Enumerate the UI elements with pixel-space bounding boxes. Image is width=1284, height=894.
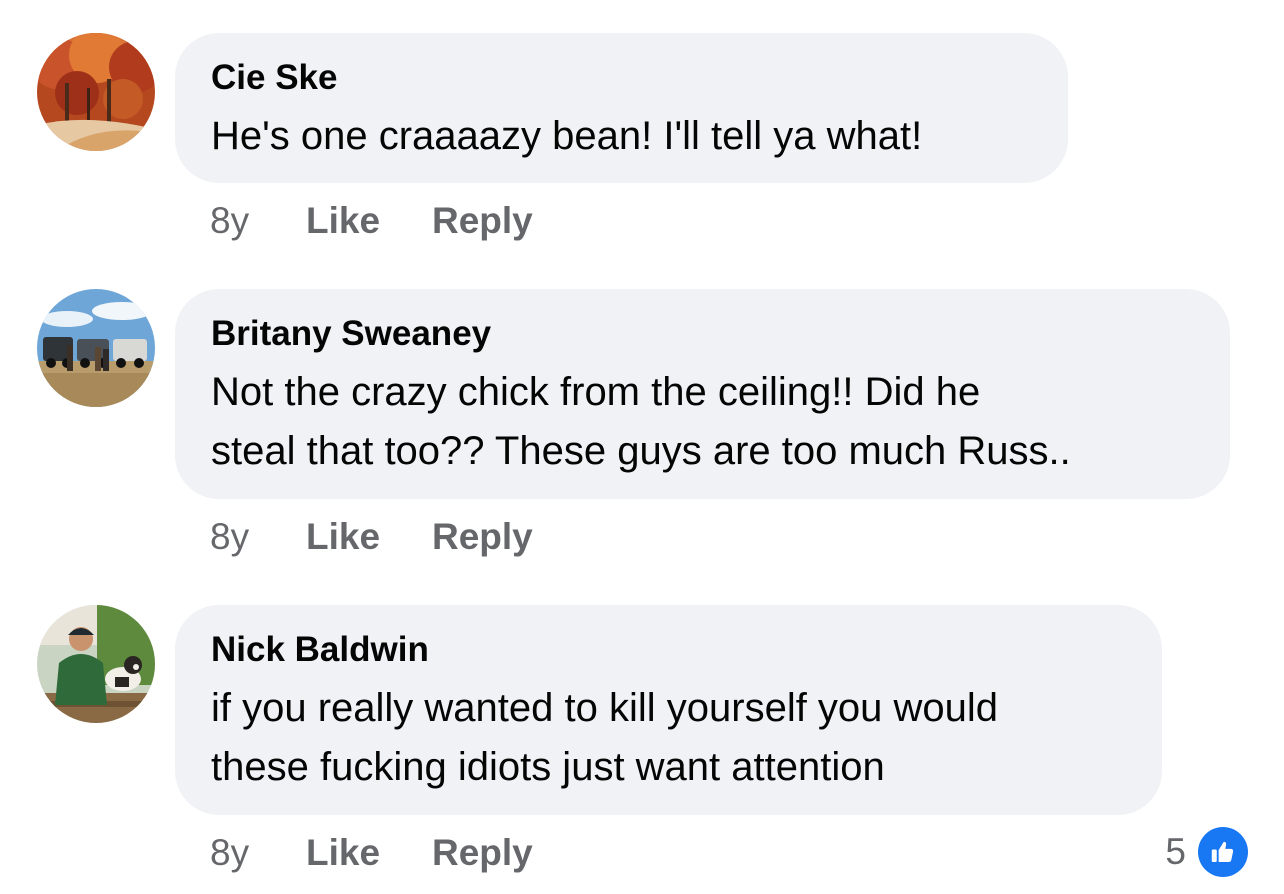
- comment-author[interactable]: Cie Ske: [211, 57, 1032, 99]
- comment-author[interactable]: Britany Sweaney: [211, 313, 1194, 355]
- like-button[interactable]: Like: [306, 197, 432, 245]
- comment-text: He's one craaaazy bean! I'll tell ya wha…: [211, 107, 1032, 166]
- comment-text-line: these fucking idiots just want attention: [211, 745, 885, 789]
- comment-text-line: if you really wanted to kill yourself yo…: [211, 686, 999, 730]
- comment-actions: 8y Like Reply: [210, 197, 533, 245]
- avatar[interactable]: [37, 33, 155, 151]
- reply-button[interactable]: Reply: [432, 197, 533, 245]
- comment-bubble: Nick Baldwin if you really wanted to kil…: [175, 605, 1162, 815]
- comment-text: if you really wanted to kill yourself yo…: [211, 679, 1126, 797]
- comment-text-line: steal that too?? These guys are too much…: [211, 429, 1071, 473]
- comment-timestamp[interactable]: 8y: [210, 513, 306, 561]
- reply-button[interactable]: Reply: [432, 829, 533, 877]
- like-button[interactable]: Like: [306, 513, 432, 561]
- like-button[interactable]: Like: [306, 829, 432, 877]
- comment-timestamp[interactable]: 8y: [210, 829, 306, 877]
- man-with-dog-avatar-image: [37, 605, 155, 723]
- thumbs-up-icon: [1198, 827, 1248, 877]
- autumn-trees-avatar-image: [37, 33, 155, 151]
- comment-bubble: Britany Sweaney Not the crazy chick from…: [175, 289, 1230, 499]
- avatar[interactable]: [37, 289, 155, 407]
- comment-actions: 8y Like Reply: [210, 513, 533, 561]
- reaction-summary[interactable]: 5: [1165, 826, 1248, 878]
- reaction-count[interactable]: 5: [1165, 831, 1186, 873]
- reply-button[interactable]: Reply: [432, 513, 533, 561]
- avatar[interactable]: [37, 605, 155, 723]
- comment-text: Not the crazy chick from the ceiling!! D…: [211, 363, 1194, 481]
- comment-text-line: Not the crazy chick from the ceiling!! D…: [211, 370, 981, 414]
- comment-author[interactable]: Nick Baldwin: [211, 629, 1126, 671]
- comment-timestamp[interactable]: 8y: [210, 197, 306, 245]
- jeeps-group-avatar-image: [37, 289, 155, 407]
- comment-bubble: Cie Ske He's one craaaazy bean! I'll tel…: [175, 33, 1068, 183]
- comment-actions: 8y Like Reply: [210, 829, 533, 877]
- comment-text-line: He's one craaaazy bean! I'll tell ya wha…: [211, 114, 923, 158]
